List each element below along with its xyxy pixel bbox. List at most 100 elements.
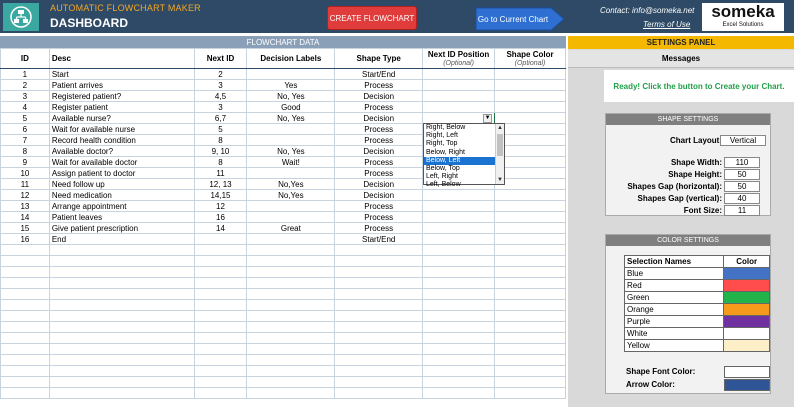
cell-decision-label[interactable] bbox=[246, 211, 336, 223]
cell-shape-color[interactable] bbox=[494, 156, 566, 168]
cell-id[interactable]: 6 bbox=[0, 123, 50, 135]
cell-shape-color[interactable] bbox=[494, 123, 566, 135]
cell-shape-color[interactable] bbox=[494, 299, 566, 311]
cell-shape-type[interactable] bbox=[334, 288, 424, 300]
cell-shape-color[interactable] bbox=[494, 244, 566, 256]
cell-desc[interactable] bbox=[48, 332, 195, 344]
cell-shape-color[interactable] bbox=[494, 255, 566, 267]
cell-decision-label[interactable]: No, Yes bbox=[246, 112, 336, 124]
cell-id[interactable] bbox=[0, 354, 50, 366]
cell-desc[interactable]: Registered patient? bbox=[48, 90, 195, 102]
cell-shape-type[interactable] bbox=[334, 266, 424, 278]
cell-shape-type[interactable]: Process bbox=[334, 156, 424, 168]
cell-desc[interactable] bbox=[48, 321, 195, 333]
cell-next-id[interactable] bbox=[193, 277, 248, 289]
cell-next-id-position[interactable] bbox=[422, 244, 496, 256]
font-size-input[interactable]: 11 bbox=[724, 205, 760, 216]
cell-next-id-position[interactable] bbox=[422, 255, 496, 267]
cell-shape-type[interactable] bbox=[334, 310, 424, 322]
dropdown-option[interactable]: Below, Top bbox=[424, 165, 504, 173]
cell-next-id-position[interactable] bbox=[422, 90, 496, 102]
cell-shape-type[interactable] bbox=[334, 343, 424, 355]
cell-shape-color[interactable] bbox=[494, 189, 566, 201]
cell-next-id-position[interactable] bbox=[422, 200, 496, 212]
cell-id[interactable]: 2 bbox=[0, 79, 50, 91]
cell-next-id[interactable]: 3 bbox=[193, 101, 248, 113]
cell-next-id[interactable] bbox=[193, 288, 248, 300]
cell-decision-label[interactable] bbox=[246, 167, 336, 179]
cell-next-id[interactable] bbox=[193, 321, 248, 333]
cell-next-id[interactable] bbox=[193, 266, 248, 278]
cell-id[interactable] bbox=[0, 277, 50, 289]
cell-next-id-position[interactable] bbox=[422, 189, 496, 201]
cell-shape-color[interactable] bbox=[494, 387, 566, 399]
cell-desc[interactable] bbox=[48, 387, 195, 399]
cell-id[interactable]: 16 bbox=[0, 233, 50, 245]
terms-of-use-link[interactable]: Terms of Use bbox=[643, 20, 690, 29]
cell-decision-label[interactable] bbox=[246, 332, 336, 344]
cell-decision-label[interactable] bbox=[246, 266, 336, 278]
cell-id[interactable]: 8 bbox=[0, 145, 50, 157]
color-swatch[interactable] bbox=[723, 291, 770, 304]
cell-shape-type[interactable] bbox=[334, 277, 424, 289]
cell-shape-color[interactable] bbox=[494, 101, 566, 113]
cell-next-id[interactable] bbox=[193, 387, 248, 399]
cell-next-id[interactable]: 8 bbox=[193, 134, 248, 146]
cell-shape-type[interactable]: Decision bbox=[334, 90, 424, 102]
position-dropdown-list[interactable]: Right, Below Right, Left Right, Top Below, … bbox=[423, 123, 505, 188]
cell-decision-label[interactable] bbox=[246, 123, 336, 135]
cell-id[interactable] bbox=[0, 365, 50, 377]
cell-id[interactable] bbox=[0, 299, 50, 311]
cell-desc[interactable] bbox=[48, 277, 195, 289]
cell-desc[interactable]: Assign patient to doctor bbox=[48, 167, 195, 179]
cell-shape-color[interactable] bbox=[494, 68, 566, 80]
cell-next-id[interactable]: 3 bbox=[193, 79, 248, 91]
cell-next-id-position[interactable] bbox=[422, 266, 496, 278]
cell-next-id-position[interactable] bbox=[422, 277, 496, 289]
cell-shape-color[interactable] bbox=[494, 167, 566, 179]
cell-decision-label[interactable] bbox=[246, 299, 336, 311]
cell-id[interactable]: 4 bbox=[0, 101, 50, 113]
cell-shape-color[interactable] bbox=[494, 134, 566, 146]
create-flowchart-button[interactable]: CREATE FLOWCHART bbox=[327, 6, 417, 30]
cell-shape-type[interactable]: Start/End bbox=[334, 233, 424, 245]
cell-desc[interactable]: Patient arrives bbox=[48, 79, 195, 91]
cell-decision-label[interactable] bbox=[246, 365, 336, 377]
cell-next-id-position[interactable] bbox=[422, 299, 496, 311]
color-swatch[interactable] bbox=[723, 303, 770, 316]
go-to-current-chart-button[interactable]: Go to Current Chart bbox=[476, 7, 564, 31]
cell-id[interactable]: 1 bbox=[0, 68, 50, 80]
cell-desc[interactable] bbox=[48, 354, 195, 366]
cell-decision-label[interactable]: Good bbox=[246, 101, 336, 113]
cell-decision-label[interactable]: No,Yes bbox=[246, 178, 336, 190]
cell-next-id[interactable]: 4,5 bbox=[193, 90, 248, 102]
cell-next-id-position[interactable] bbox=[422, 343, 496, 355]
cell-next-id-position[interactable] bbox=[422, 68, 496, 80]
cell-shape-type[interactable]: Process bbox=[334, 123, 424, 135]
cell-next-id-position[interactable] bbox=[422, 332, 496, 344]
cell-id[interactable]: 15 bbox=[0, 222, 50, 234]
cell-id[interactable] bbox=[0, 266, 50, 278]
cell-next-id[interactable]: 9, 10 bbox=[193, 145, 248, 157]
cell-next-id-position[interactable] bbox=[422, 211, 496, 223]
color-swatch[interactable] bbox=[723, 339, 770, 352]
dropdown-option[interactable]: Left, Below bbox=[424, 181, 504, 189]
scroll-down-icon[interactable]: ▼ bbox=[496, 176, 504, 184]
cell-shape-type[interactable] bbox=[334, 354, 424, 366]
cell-decision-label[interactable]: No, Yes bbox=[246, 90, 336, 102]
cell-shape-color[interactable] bbox=[494, 145, 566, 157]
scroll-up-icon[interactable]: ▲ bbox=[496, 124, 504, 132]
gap-horizontal-input[interactable]: 50 bbox=[724, 181, 760, 192]
cell-decision-label[interactable] bbox=[246, 376, 336, 388]
cell-shape-color[interactable] bbox=[494, 178, 566, 190]
cell-shape-type[interactable]: Start/End bbox=[334, 68, 424, 80]
cell-desc[interactable] bbox=[48, 255, 195, 267]
cell-decision-label[interactable] bbox=[246, 321, 336, 333]
dropdown-arrow-icon[interactable]: ▼ bbox=[483, 113, 493, 123]
cell-shape-color[interactable] bbox=[494, 79, 566, 91]
cell-next-id[interactable] bbox=[193, 233, 248, 245]
cell-shape-color[interactable] bbox=[494, 365, 566, 377]
dropdown-option[interactable]: Left, Right bbox=[424, 173, 504, 181]
dropdown-option[interactable]: Below, Right bbox=[424, 149, 504, 157]
shape-height-input[interactable]: 50 bbox=[724, 169, 760, 180]
